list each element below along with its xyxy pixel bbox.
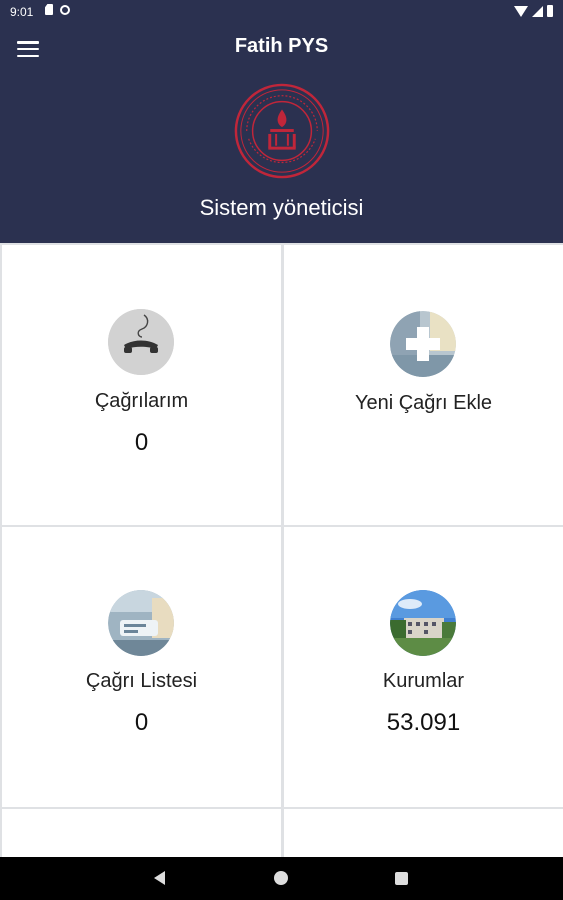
home-icon[interactable] (274, 871, 288, 885)
battery-icon (547, 5, 553, 17)
status-bar: 9:01 (0, 0, 563, 24)
tile-label: Yeni Çağrı Ekle (354, 392, 493, 414)
status-notification-icons (45, 4, 70, 15)
sync-icon (60, 4, 70, 15)
tile-count: 0 (134, 429, 149, 456)
list-icon (108, 590, 174, 656)
recents-icon[interactable] (395, 872, 408, 885)
tile-label: Çağrılarım (94, 390, 189, 412)
status-time: 9:01 (10, 5, 34, 19)
tile-call-list[interactable]: Çağrı Listesi 0 (2, 527, 281, 807)
app-screen: 9:01 Fatih PYS Sistem yöneticisi Çağrıla… (0, 0, 563, 900)
status-system-icons (514, 5, 553, 17)
phone-icon (108, 309, 174, 375)
building-icon (390, 590, 456, 656)
wifi-icon (514, 5, 528, 17)
add-icon (390, 311, 456, 377)
tile-institutions[interactable]: Kurumlar 53.091 (284, 527, 563, 807)
signal-icon (532, 5, 543, 17)
tile-partial-left[interactable] (2, 809, 281, 857)
app-header: Fatih PYS Sistem yöneticisi (0, 24, 563, 243)
tile-label: Çağrı Listesi (85, 670, 198, 692)
tile-label: Kurumlar (382, 670, 465, 692)
sd-card-icon (45, 4, 53, 15)
tile-count: 53.091 (386, 709, 461, 736)
back-icon[interactable] (154, 871, 165, 885)
tile-count: 0 (134, 709, 149, 736)
tile-my-calls[interactable]: Çağrılarım 0 (2, 245, 281, 525)
app-title: Fatih PYS (234, 35, 329, 57)
dashboard-grid: Çağrılarım 0 Yeni Çağrı Ekle Çağrı Liste… (0, 243, 563, 857)
ministry-seal-logo (234, 83, 330, 179)
user-role-label: Sistem yöneticisi (199, 195, 364, 220)
system-nav-bar (0, 857, 563, 900)
tile-partial-right[interactable] (284, 809, 563, 857)
tile-new-call[interactable]: Yeni Çağrı Ekle (284, 245, 563, 525)
